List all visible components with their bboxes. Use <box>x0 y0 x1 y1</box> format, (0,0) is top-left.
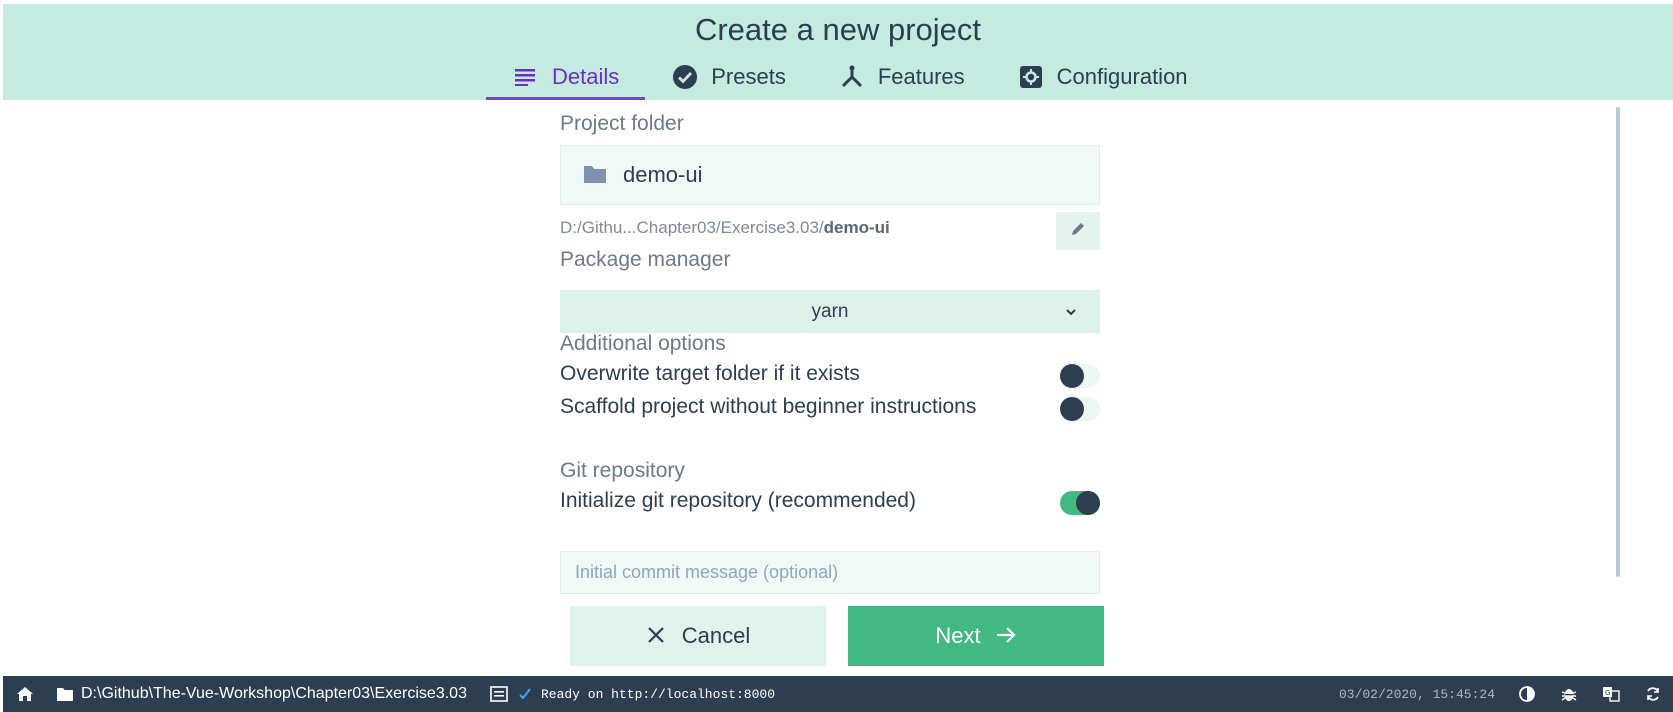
project-folder-label: Project folder <box>560 112 684 135</box>
home-button[interactable] <box>15 676 35 712</box>
scaffold-toggle[interactable] <box>1060 397 1100 421</box>
refresh-icon[interactable] <box>1643 684 1663 704</box>
home-icon <box>15 684 35 704</box>
tab-configuration[interactable]: Configuration <box>991 54 1214 100</box>
tab-label: Details <box>552 64 620 89</box>
arrow-right-icon <box>995 625 1017 647</box>
project-path-prefix: D:/Githu...Chapter03/Exercise3.03/ <box>560 218 824 237</box>
server-status: Ready on http://localhost:8000 <box>540 686 776 702</box>
project-path-leaf: demo-ui <box>823 218 890 237</box>
overwrite-toggle[interactable] <box>1060 364 1100 388</box>
tab-label: Features <box>877 64 965 89</box>
tab-features[interactable]: Features <box>812 54 991 100</box>
toggle-knob <box>1076 491 1100 515</box>
pencil-icon <box>1070 221 1086 242</box>
additional-options-label: Additional options <box>560 332 726 355</box>
folder-icon <box>55 684 75 704</box>
tab-label: Configuration <box>1056 64 1188 89</box>
git-repository-label: Git repository <box>560 459 685 482</box>
project-folder-value: demo-ui <box>623 162 703 187</box>
package-manager-value: yarn <box>811 300 849 322</box>
svg-text:G: G <box>1605 689 1610 697</box>
status-bar-right: 03/02/2020, 15:45:24 G <box>1339 676 1663 712</box>
page-scrollbar[interactable] <box>1616 107 1620 577</box>
console-icon <box>489 684 509 704</box>
project-path: D:/Githu...Chapter03/Exercise3.03/demo-u… <box>560 218 890 238</box>
package-manager-label: Package manager <box>560 248 731 271</box>
status-bar: D:\Github\The-Vue-Workshop\Chapter03\Exe… <box>3 676 1673 712</box>
tab-details[interactable]: Details <box>486 54 646 100</box>
fork-icon <box>838 63 866 91</box>
cancel-label: Cancel <box>681 623 751 648</box>
tab-label: Presets <box>711 64 786 89</box>
toggle-knob <box>1060 397 1084 421</box>
datetime: 03/02/2020, 15:45:24 <box>1338 686 1495 702</box>
package-manager-select[interactable]: yarn <box>560 290 1100 333</box>
git-init-toggle[interactable] <box>1060 491 1100 515</box>
translate-icon[interactable]: G <box>1601 684 1621 704</box>
settings-icon <box>1017 63 1045 91</box>
logs-button[interactable]: Ready on http://localhost:8000 <box>489 676 775 712</box>
next-label: Next <box>935 623 981 648</box>
overwrite-option-label: Overwrite target folder if it exists <box>560 362 860 385</box>
folder-icon <box>583 164 609 186</box>
scaffold-option-label: Scaffold project without beginner instru… <box>560 395 977 418</box>
page-header: Create a new project Details Presets Fea… <box>3 4 1673 100</box>
cancel-button[interactable]: Cancel <box>570 606 826 666</box>
project-folder-field[interactable]: demo-ui <box>560 145 1100 205</box>
toggle-knob <box>1060 364 1084 388</box>
dark-mode-icon[interactable] <box>1517 684 1537 704</box>
git-init-label: Initialize git repository (recommended) <box>560 489 916 512</box>
close-icon <box>646 625 668 647</box>
list-icon <box>512 63 540 91</box>
page-title: Create a new project <box>694 12 982 47</box>
check-circle-icon <box>671 63 699 91</box>
edit-path-button[interactable] <box>1056 212 1100 250</box>
current-path-button[interactable]: D:\Github\The-Vue-Workshop\Chapter03\Exe… <box>55 676 467 712</box>
commit-message-input[interactable] <box>560 551 1100 594</box>
chevron-down-icon <box>1064 303 1078 317</box>
tab-presets[interactable]: Presets <box>645 54 812 100</box>
step-tabs: Details Presets Features Configuration <box>486 54 1214 100</box>
bug-icon[interactable] <box>1559 684 1579 704</box>
check-icon <box>515 684 535 704</box>
current-path: D:\Github\The-Vue-Workshop\Chapter03\Exe… <box>81 685 467 702</box>
next-button[interactable]: Next <box>848 606 1104 666</box>
